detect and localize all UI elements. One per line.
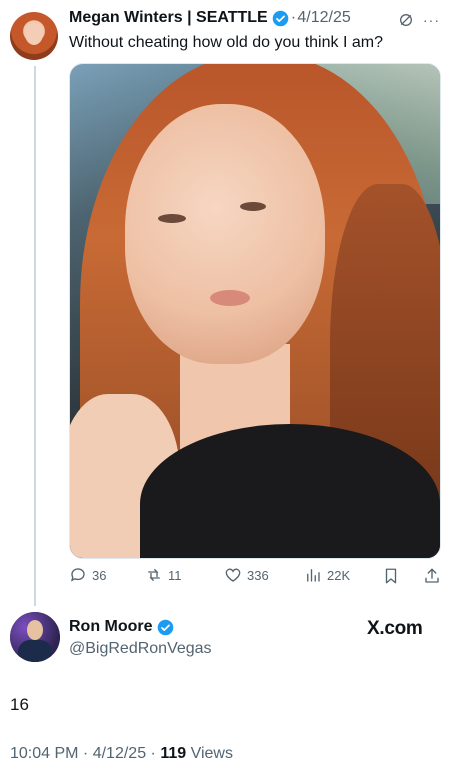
reply-date[interactable]: 4/12/25: [93, 745, 146, 762]
tweet-photo[interactable]: [69, 63, 441, 559]
reply-icon: [70, 568, 85, 582]
share-icon[interactable]: [423, 567, 441, 585]
tweet-date[interactable]: · 4/12/25: [291, 9, 351, 27]
views-button[interactable]: 22K: [304, 566, 350, 584]
reply-time[interactable]: 10:04 PM: [10, 745, 78, 762]
analytics-icon: [307, 569, 320, 582]
site-watermark: X.com: [367, 618, 423, 639]
verified-badge-icon: [157, 619, 173, 635]
author-name[interactable]: Megan Winters | SEATTLE: [69, 9, 268, 27]
reply-author-name-row[interactable]: Ron Moore: [69, 618, 174, 636]
grok-icon[interactable]: [398, 12, 414, 28]
reply-button[interactable]: 36: [69, 566, 106, 584]
tweet-actions: 36 11 336 22K: [69, 566, 441, 588]
heart-icon: [225, 568, 241, 582]
like-count: 336: [247, 567, 269, 583]
reply-count: 36: [92, 567, 107, 583]
like-button[interactable]: 336: [224, 566, 269, 584]
reply-author-avatar[interactable]: [10, 612, 60, 662]
reply-author-name[interactable]: Ron Moore: [69, 618, 153, 636]
views-count: 22K: [327, 567, 351, 583]
reply-text: 16: [10, 695, 29, 714]
more-options-icon[interactable]: ···: [423, 12, 440, 28]
repost-icon: [148, 569, 160, 581]
thread-connector-line: [34, 66, 36, 606]
reply-meta: 10:04 PM · 4/12/25 · 119 Views: [10, 745, 233, 762]
repost-count: 11: [168, 567, 182, 583]
bookmark-icon[interactable]: [382, 567, 400, 585]
reply-views-count: 119: [160, 745, 187, 762]
reply-author-handle[interactable]: @BigRedRonVegas: [69, 640, 212, 658]
tweet-text: Without cheating how old do you think I …: [69, 34, 383, 51]
reply-views-label: Views: [190, 745, 233, 762]
tweet-header: Megan Winters | SEATTLE · 4/12/25: [69, 9, 351, 27]
repost-button[interactable]: 11: [145, 566, 182, 584]
verified-badge-icon: [272, 10, 289, 26]
author-avatar[interactable]: [10, 12, 58, 60]
